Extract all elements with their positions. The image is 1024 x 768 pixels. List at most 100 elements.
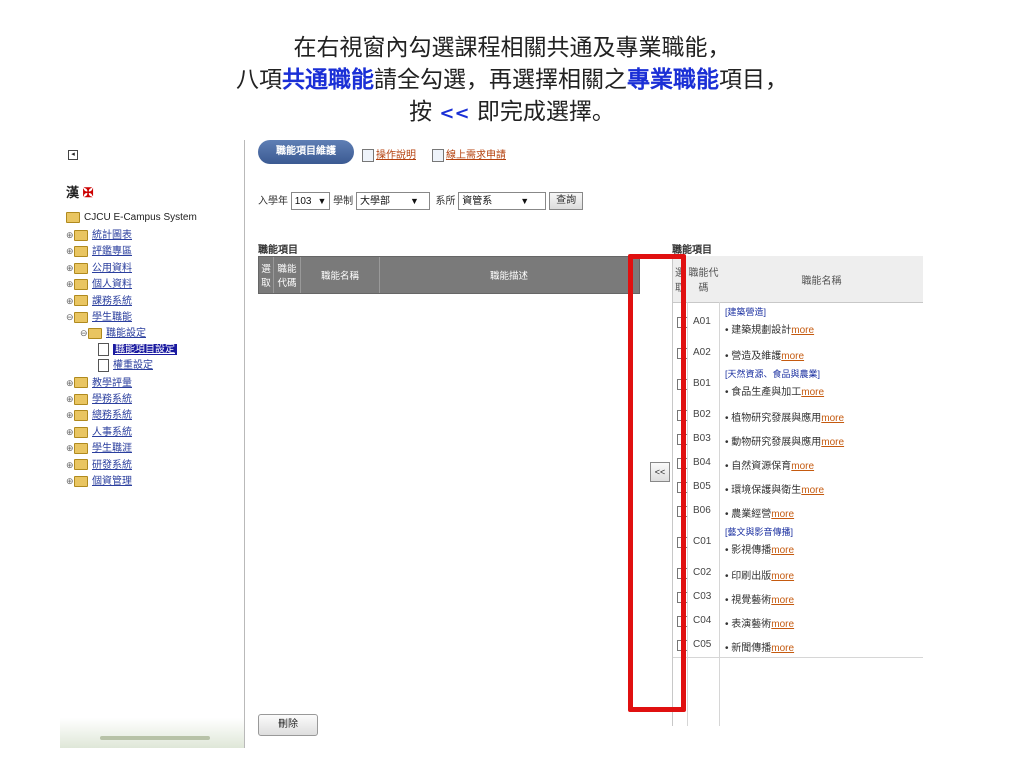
tree-item[interactable]: ⊕ 人事系統 <box>66 424 132 440</box>
table-row: B03 • 動物研究發展與應用more <box>673 427 923 452</box>
year-select[interactable]: 103 ▼ <box>290 192 331 211</box>
folder-icon <box>74 295 88 307</box>
row-name: • 表演藝術more <box>725 615 794 630</box>
caption-text: 即完成選擇。 <box>469 99 615 125</box>
folder-icon <box>74 377 88 389</box>
table-row: C02 • 印刷出版more <box>673 561 923 586</box>
more-link[interactable]: more <box>771 643 794 654</box>
tree-item[interactable]: ⊕ 評鑑專區 <box>66 243 132 259</box>
expand-icon[interactable]: ⊕ <box>66 293 74 309</box>
tree-root-label: CJCU E-Campus System <box>84 212 197 223</box>
table-row: C01 [藝文與影音傳播] • 影視傳播more <box>673 523 923 562</box>
tree-item[interactable]: ⊕ 個資管理 <box>66 473 132 489</box>
help-link[interactable]: 操作說明 <box>362 146 416 162</box>
collapse-icon[interactable]: ◂ <box>68 150 78 160</box>
tree-item[interactable]: 職能項目設定 <box>98 342 177 358</box>
expand-icon[interactable]: ⊕ <box>66 424 74 440</box>
folder-icon <box>74 279 88 291</box>
expand-icon[interactable]: ⊕ <box>66 276 74 292</box>
main-panel: 職能項目維護 操作說明 線上需求申請 入學年 103 ▼ 學制 大學部 ▼ 系所 資… <box>246 140 924 748</box>
row-name-text: 表演藝術 <box>731 619 772 630</box>
expand-icon[interactable]: ⊕ <box>66 407 74 423</box>
table-row: B01 [天然資源、食品與農業] • 食品生產與加工more <box>673 365 923 404</box>
more-link[interactable]: more <box>791 325 814 336</box>
tree-item[interactable]: ⊕ 總務系統 <box>66 407 132 423</box>
tree-item-label: 學生職涯 <box>92 443 132 455</box>
more-link[interactable]: more <box>801 485 824 496</box>
tree-item[interactable]: ⊕ 研發系統 <box>66 457 132 473</box>
more-link[interactable]: more <box>781 351 804 362</box>
more-link[interactable]: more <box>771 545 794 556</box>
expand-icon[interactable]: ⊖ <box>80 325 88 341</box>
tree-item[interactable]: ⊕ 統計圖表 <box>66 227 132 243</box>
more-link[interactable]: more <box>821 413 844 424</box>
tree-item[interactable]: ⊕ 學務系統 <box>66 391 132 407</box>
page-icon <box>98 359 109 373</box>
tree-item-label: 公用資料 <box>92 262 132 274</box>
tree-item[interactable]: ⊕ 個人資料 <box>66 276 132 292</box>
tree-item[interactable]: ⊕ 教學評量 <box>66 375 132 391</box>
caption-emphasis-common: 共通職能 <box>282 67 374 93</box>
help-link-label: 操作說明 <box>376 150 416 161</box>
language-label: 漢 <box>66 185 80 200</box>
caption-arrows: << <box>439 103 470 124</box>
row-code: B02 <box>693 409 711 420</box>
expand-icon[interactable]: ⊖ <box>66 309 74 325</box>
dept-select[interactable]: 資管系 ▼ <box>458 192 547 211</box>
table-row: C05 • 新聞傳播more <box>673 633 923 658</box>
expand-icon[interactable]: ⊕ <box>66 375 74 391</box>
more-link[interactable]: more <box>791 461 814 472</box>
tree-item[interactable]: ⊕ 公用資料 <box>66 260 132 276</box>
more-link[interactable]: more <box>771 619 794 630</box>
caption-line-3: 按 << 即完成選擇。 <box>0 96 1024 130</box>
chevron-down-icon: ▼ <box>317 196 327 207</box>
tree-item-label: 職能設定 <box>106 328 146 340</box>
row-name: • 建築規劃設計more <box>725 321 814 336</box>
tab-maintenance[interactable]: 職能項目維護 <box>258 140 354 164</box>
folder-icon <box>88 328 102 340</box>
col-name: 職能名稱 <box>801 275 842 287</box>
folder-icon <box>74 410 88 422</box>
tree-item[interactable]: ⊕ 學生職涯 <box>66 440 132 456</box>
expand-icon[interactable]: ⊕ <box>66 473 74 489</box>
row-code: B05 <box>693 481 711 492</box>
col-name: 職能名稱 <box>301 257 380 293</box>
row-code: B06 <box>693 505 711 516</box>
more-link[interactable]: more <box>821 437 844 448</box>
expand-icon[interactable]: ⊕ <box>66 260 74 276</box>
more-link[interactable]: more <box>771 571 794 582</box>
panel-divider[interactable] <box>244 140 245 748</box>
folder-icon <box>74 426 88 438</box>
delete-button[interactable]: 刪除 <box>258 714 318 736</box>
highlight-frame <box>628 254 686 712</box>
row-name-text: 印刷出版 <box>731 571 772 582</box>
expand-icon[interactable]: ⊕ <box>66 391 74 407</box>
row-name-text: 植物研究發展與應用 <box>731 413 822 424</box>
expand-icon[interactable]: ⊕ <box>66 440 74 456</box>
expand-icon[interactable]: ⊕ <box>66 457 74 473</box>
tree-root[interactable]: CJCU E-Campus System <box>66 210 197 226</box>
row-code: C03 <box>693 591 712 602</box>
language-switch[interactable]: 漢 ✠ <box>66 182 94 201</box>
row-name-text: 影視傳播 <box>731 545 772 556</box>
help-icon <box>362 148 374 162</box>
more-link[interactable]: more <box>771 509 794 520</box>
tree-item[interactable]: ⊖ 學生職能 <box>66 309 132 325</box>
query-button[interactable]: 查詢 <box>549 192 584 211</box>
request-link[interactable]: 線上需求申請 <box>432 146 506 162</box>
tree-item[interactable]: ⊖ 職能設定 <box>80 325 146 341</box>
system-select[interactable]: 大學部 ▼ <box>355 192 430 211</box>
expand-icon[interactable]: ⊕ <box>66 243 74 259</box>
row-name: • 食品生產與加工more <box>725 383 824 398</box>
more-link[interactable]: more <box>801 387 824 398</box>
row-group: [建築營造] <box>725 307 767 317</box>
expand-icon[interactable]: ⊕ <box>66 227 74 243</box>
nav-tree: ◂ 漢 ✠ CJCU E-Campus System ⊕ 統計圖表 ⊕ 評鑑專區 ⊕ 公用… <box>60 140 244 748</box>
table-row: B04 • 自然資源保育more <box>673 451 923 476</box>
folder-icon <box>74 459 88 471</box>
tree-item[interactable]: ⊕ 課務系統 <box>66 293 132 309</box>
folder-icon <box>74 443 88 455</box>
more-link[interactable]: more <box>771 595 794 606</box>
chevron-down-icon: ▼ <box>409 196 419 207</box>
tree-item[interactable]: 權重設定 <box>98 358 153 374</box>
